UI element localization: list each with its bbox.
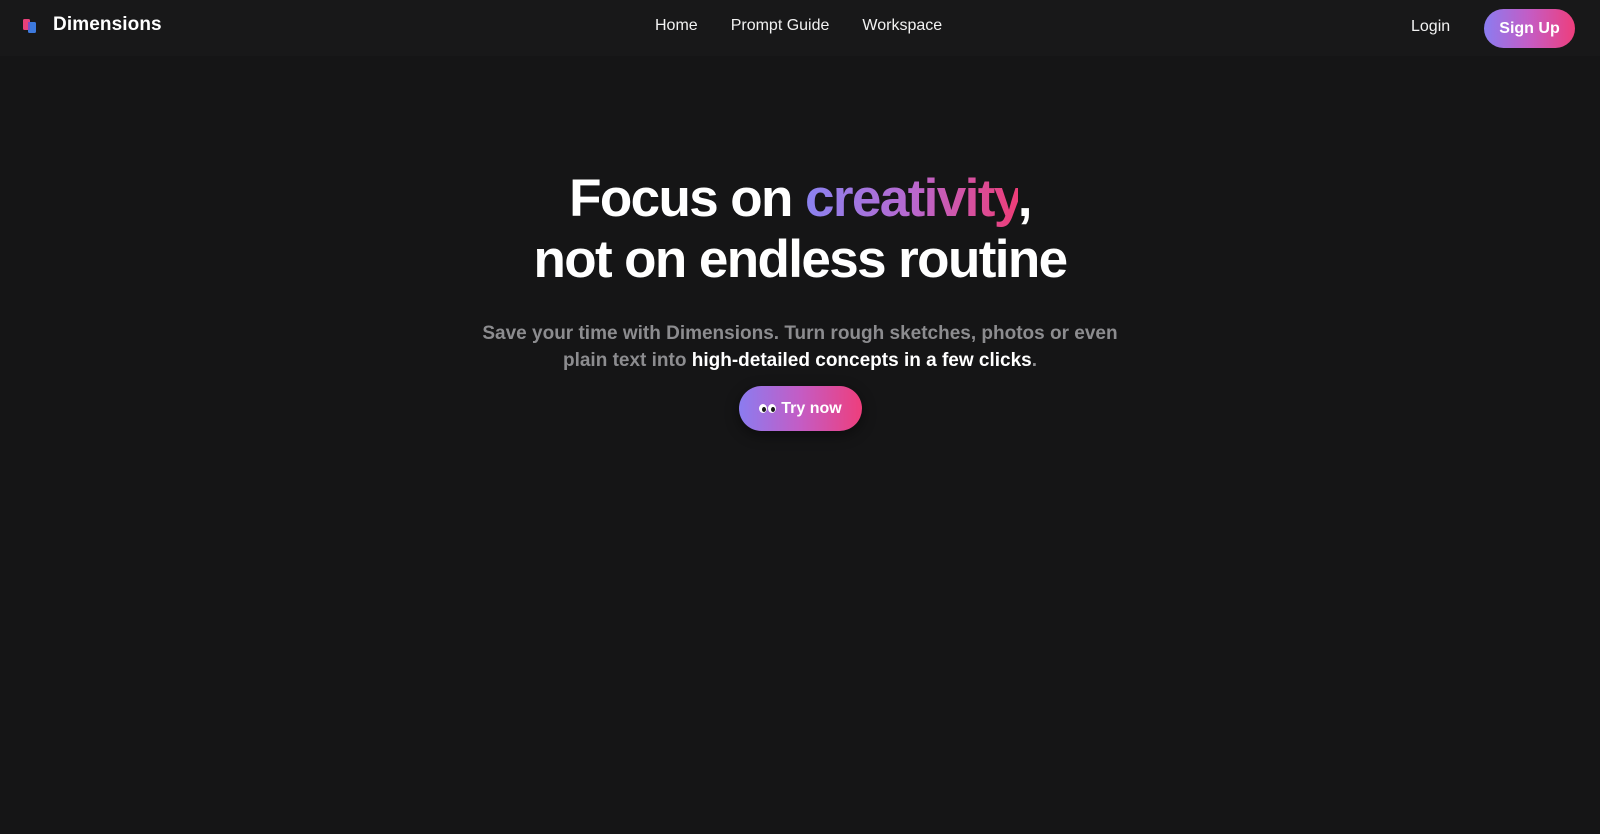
try-now-label: Try now [781,399,842,417]
hero-title: Focus on creativity, not on endless rout… [0,168,1600,290]
main-nav: Home Prompt Guide Workspace [655,17,942,35]
eyes-icon [759,404,777,413]
brand-name: Dimensions [53,14,162,35]
try-now-button[interactable]: Try now [739,386,862,431]
nav-item-workspace[interactable]: Workspace [862,17,942,35]
hero-subtitle-line1: Save your time with Dimensions. Turn rou… [482,323,1118,344]
brand-home-link[interactable]: Dimensions [22,14,162,36]
dimensions-logo-icon [23,18,36,33]
hero-subtitle-line2-prefix: plain text into [562,350,692,371]
login-link[interactable]: Login [1411,18,1450,36]
hero-title-part2: , [1017,169,1033,228]
hero-title-highlight: creativity [804,169,1019,228]
top-navbar: Dimensions Home Prompt Guide Workspace L… [0,0,1600,56]
hero-subtitle-highlight: high-detailed concepts in a few clicks [691,350,1032,371]
hero-subtitle-suffix: . [1031,350,1038,371]
nav-item-prompt-guide[interactable]: Prompt Guide [731,17,830,35]
hero-title-line2: not on endless routine [533,230,1068,289]
signup-button[interactable]: Sign Up [1484,9,1575,48]
hero-title-part1: Focus on [569,169,805,228]
hero-subtitle: Save your time with Dimensions. Turn rou… [0,320,1600,374]
nav-item-home[interactable]: Home [655,17,698,35]
